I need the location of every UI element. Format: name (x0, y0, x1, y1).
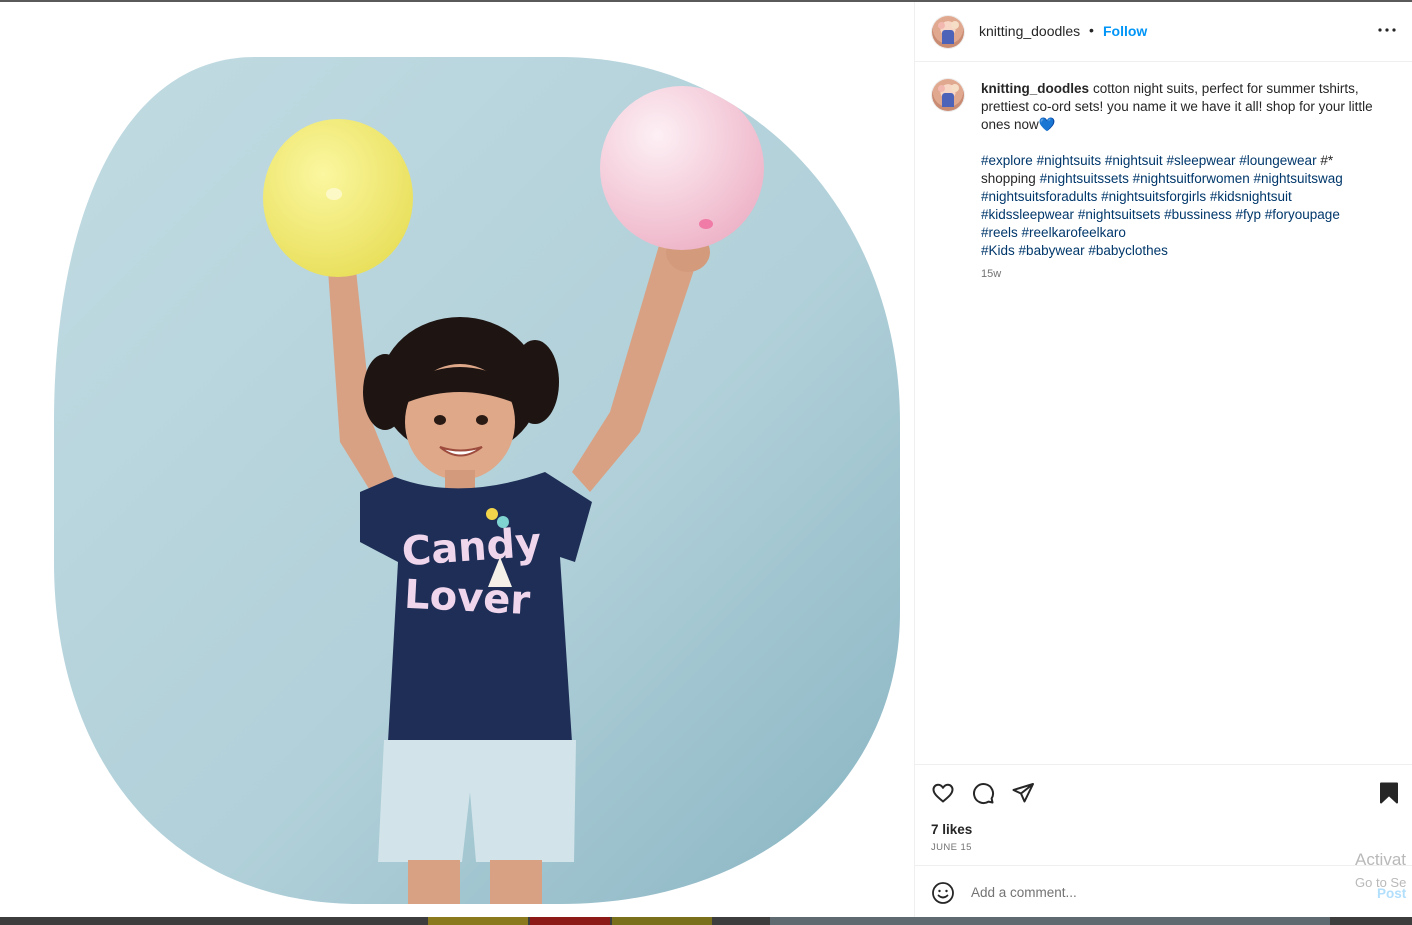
hashtag-link[interactable]: #reels (981, 225, 1018, 240)
share-icon[interactable] (1011, 781, 1035, 805)
hashtag-link[interactable]: #nightsuitsforgirls (1101, 189, 1206, 204)
hashtag-link[interactable]: #Kids (981, 243, 1015, 258)
hashtag-link[interactable]: #reelkarofeelkaro (1022, 225, 1126, 240)
post-media[interactable]: Candy Lover (0, 2, 914, 917)
shirt-print-line1: Candy (400, 520, 542, 576)
hashtag-link[interactable]: #babyclothes (1088, 243, 1168, 258)
post-details-panel: knitting_doodles • Follow knitting_doodl… (914, 2, 1412, 917)
follow-button[interactable]: Follow (1103, 23, 1147, 39)
hashtag-link[interactable]: #bussiness (1164, 207, 1232, 222)
hashtag-link[interactable]: #nightsuitsforadults (981, 189, 1097, 204)
caption-username-link[interactable]: knitting_doodles (981, 81, 1089, 96)
comment-bar: Post Activat Go to Se (915, 850, 1412, 916)
caption-avatar[interactable] (932, 79, 964, 111)
activate-windows-watermark-sub: Go to Se (1355, 875, 1407, 890)
emoji-icon[interactable] (931, 881, 955, 905)
hashtag-text: shopping (981, 171, 1036, 186)
hashtag-link[interactable]: #kidsnightsuit (1210, 189, 1292, 204)
post-age[interactable]: 15w (981, 268, 1001, 280)
hashtag-link[interactable]: #fyp (1235, 207, 1261, 222)
comment-input[interactable] (971, 880, 1331, 904)
hashtag-link[interactable]: #nightsuitforwomen (1133, 171, 1250, 186)
heart-icon[interactable] (931, 781, 955, 805)
post-photo: Candy Lover (54, 57, 900, 904)
hashtag-link[interactable]: #babywear (1019, 243, 1085, 258)
hashtag-link[interactable]: #nightsuitssets (1040, 171, 1129, 186)
shirt-print-line2: Lover (403, 572, 531, 625)
hashtag-link[interactable]: #foryoupage (1265, 207, 1340, 222)
post-date: JUNE 15 (931, 842, 972, 853)
bookmark-icon[interactable] (1377, 781, 1401, 805)
background-strip-bottom (0, 917, 1412, 925)
username-link[interactable]: knitting_doodles (979, 23, 1080, 39)
likes-count[interactable]: 7 likes (931, 822, 972, 837)
hashtag-link[interactable]: #explore (981, 153, 1033, 168)
avatar[interactable] (932, 16, 964, 48)
hashtag-link[interactable]: #nightsuitswag (1254, 171, 1343, 186)
post-header: knitting_doodles • Follow (915, 2, 1412, 62)
hashtag-link[interactable]: #sleepwear (1166, 153, 1235, 168)
activate-windows-watermark: Activat (1355, 850, 1407, 869)
comment-icon[interactable] (971, 781, 995, 805)
hashtag-link[interactable]: #nightsuit (1105, 153, 1163, 168)
hashtag-text: #* (1320, 153, 1334, 168)
hashtag-link[interactable]: #nightsuits (1037, 153, 1102, 168)
action-bar: 7 likes JUNE 15 Post Activat Go to Se (915, 764, 1412, 915)
hashtag-link[interactable]: #loungewear (1239, 153, 1316, 168)
hashtags: #explore #nightsuits #nightsuit #sleepwe… (981, 152, 1381, 260)
separator-dot: • (1089, 22, 1094, 38)
hashtag-link[interactable]: #nightsuitsets (1078, 207, 1161, 222)
caption: knitting_doodles cotton night suits, perf… (981, 80, 1381, 134)
more-options-icon[interactable] (1375, 18, 1399, 42)
hashtag-link[interactable]: #kidssleepwear (981, 207, 1074, 222)
